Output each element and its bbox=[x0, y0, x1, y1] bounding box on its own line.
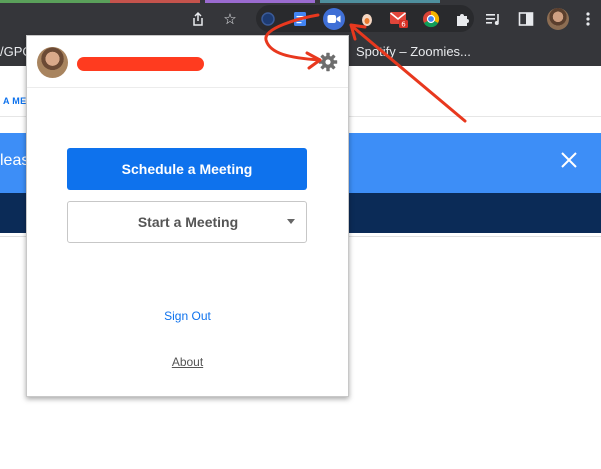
sidebar-icon[interactable] bbox=[516, 9, 536, 29]
gear-icon[interactable] bbox=[317, 51, 339, 73]
about-link[interactable]: About bbox=[27, 355, 348, 369]
tab-color-stripe bbox=[0, 0, 110, 3]
start-meeting-label: Start a Meeting bbox=[137, 214, 239, 230]
chrome-extension-icon[interactable] bbox=[421, 9, 441, 29]
tab-color-stripe bbox=[205, 0, 315, 3]
tab-color-stripe bbox=[110, 0, 200, 3]
profile-avatar-icon[interactable] bbox=[547, 8, 569, 30]
puzzle-icon[interactable] bbox=[452, 9, 472, 29]
schedule-meeting-button[interactable]: Schedule a Meeting bbox=[67, 148, 307, 190]
banner-text: leas bbox=[0, 152, 30, 169]
star-icon[interactable]: ☆ bbox=[220, 9, 240, 29]
close-icon[interactable] bbox=[556, 147, 582, 173]
popup-header bbox=[27, 36, 348, 88]
media-queue-icon[interactable] bbox=[484, 9, 504, 29]
page-nav-link[interactable]: A ME bbox=[3, 96, 26, 106]
start-meeting-button[interactable]: Start a Meeting bbox=[67, 201, 307, 243]
zoom-extension-popup: Schedule a Meeting Start a Meeting Sign … bbox=[26, 35, 349, 397]
tab-color-stripe bbox=[320, 0, 440, 3]
avatar bbox=[37, 47, 68, 78]
menu-dots-icon[interactable] bbox=[578, 9, 598, 29]
bookmark-item[interactable]: Spotify – Zoomies... bbox=[356, 44, 471, 59]
share-icon[interactable] bbox=[188, 9, 208, 29]
extension-dot-icon[interactable] bbox=[258, 9, 278, 29]
google-docs-icon[interactable] bbox=[290, 9, 310, 29]
sign-out-link[interactable]: Sign Out bbox=[27, 309, 348, 323]
gmail-icon[interactable]: 6 bbox=[389, 9, 409, 29]
extension-icon[interactable] bbox=[357, 9, 377, 29]
browser-toolbar: ☆ 6 bbox=[0, 0, 601, 36]
caret-down-icon[interactable] bbox=[287, 219, 295, 224]
zoom-icon[interactable] bbox=[323, 8, 345, 30]
redacted-username bbox=[77, 57, 204, 71]
notification-badge: 6 bbox=[401, 21, 406, 29]
